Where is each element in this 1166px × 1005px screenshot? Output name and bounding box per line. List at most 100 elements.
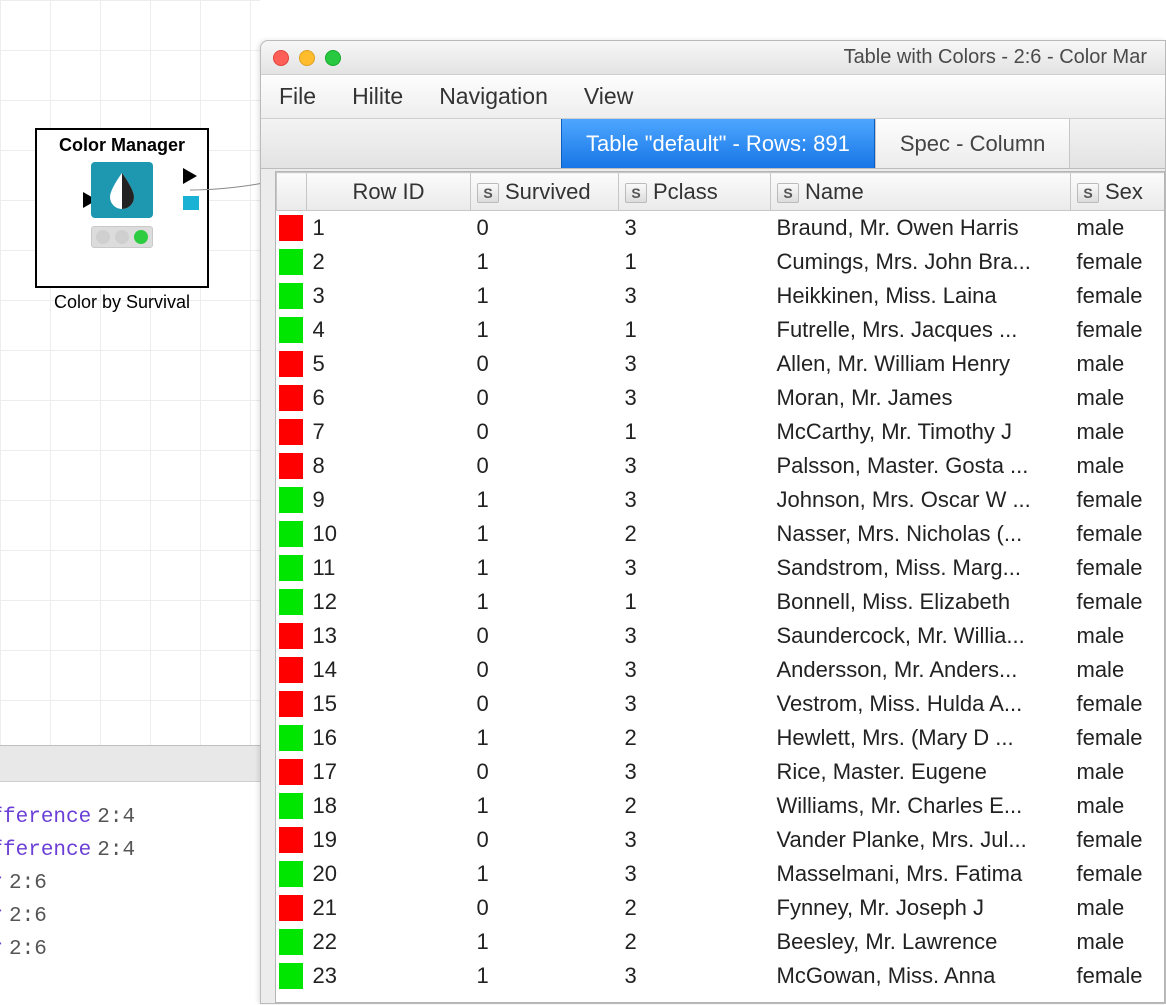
node-status-traffic: [91, 226, 153, 248]
table-row[interactable]: 603Moran, Mr. Jamesmale: [277, 381, 1166, 415]
table-row[interactable]: 2212Beesley, Mr. Lawrencemale: [277, 925, 1166, 959]
row-color-swatch: [277, 381, 307, 415]
table-row[interactable]: 1403Andersson, Mr. Anders...male: [277, 653, 1166, 687]
cell-sex: male: [1071, 415, 1166, 449]
cell-rowid: 11: [307, 551, 471, 585]
cell-name: McCarthy, Mr. Timothy J: [771, 415, 1071, 449]
cell-survived: 0: [471, 381, 619, 415]
table-row[interactable]: 1612Hewlett, Mrs. (Mary D ...female: [277, 721, 1166, 755]
cell-sex: female: [1071, 483, 1166, 517]
cell-survived: 0: [471, 449, 619, 483]
row-color-swatch: [277, 347, 307, 381]
header-pclass[interactable]: SPclass: [619, 173, 771, 211]
cell-survived: 1: [471, 925, 619, 959]
header-name[interactable]: SName: [771, 173, 1071, 211]
cell-survived: 1: [471, 959, 619, 993]
header-color[interactable]: [277, 173, 307, 211]
cell-rowid: 16: [307, 721, 471, 755]
header-survived[interactable]: SSurvived: [471, 173, 619, 211]
table-row[interactable]: 1211Bonnell, Miss. Elizabethfemale: [277, 585, 1166, 619]
table-row[interactable]: 411Futrelle, Mrs. Jacques ...female: [277, 313, 1166, 347]
table-row[interactable]: 2013Masselmani, Mrs. Fatimafemale: [277, 857, 1166, 891]
table-row[interactable]: 1303Saundercock, Mr. Willia...male: [277, 619, 1166, 653]
table-row[interactable]: 1812Williams, Mr. Charles E...male: [277, 789, 1166, 823]
table-row[interactable]: 1703Rice, Master. Eugenemale: [277, 755, 1166, 789]
table-row[interactable]: 2102Fynney, Mr. Joseph Jmale: [277, 891, 1166, 925]
row-color-swatch: [277, 313, 307, 347]
cell-survived: 0: [471, 415, 619, 449]
cell-survived: 0: [471, 823, 619, 857]
zoom-icon[interactable]: [325, 50, 341, 66]
cell-sex: male: [1071, 653, 1166, 687]
node-title: Color Manager: [37, 135, 207, 156]
cell-rowid: 17: [307, 755, 471, 789]
window-titlebar[interactable]: Table with Colors - 2:6 - Color Mar: [261, 41, 1165, 75]
menu-navigation[interactable]: Navigation: [439, 83, 548, 110]
console-line: e Difference2:4: [0, 801, 200, 834]
console-tabstrip[interactable]: [0, 746, 260, 782]
cell-pclass: 2: [619, 721, 771, 755]
table-row[interactable]: 211Cumings, Mrs. John Bra...female: [277, 245, 1166, 279]
table-row[interactable]: 503Allen, Mr. William Henrymale: [277, 347, 1166, 381]
row-color-swatch: [277, 789, 307, 823]
cell-sex: female: [1071, 313, 1166, 347]
cell-sex: male: [1071, 789, 1166, 823]
workflow-canvas[interactable]: Color Manager Color by Survival: [0, 0, 260, 745]
cell-name: Johnson, Mrs. Oscar W ...: [771, 483, 1071, 517]
menu-hilite[interactable]: Hilite: [352, 83, 403, 110]
header-survived-label: Survived: [505, 179, 591, 204]
row-color-swatch: [277, 653, 307, 687]
cell-pclass: 3: [619, 483, 771, 517]
cell-name: Williams, Mr. Charles E...: [771, 789, 1071, 823]
table-row[interactable]: 103Braund, Mr. Owen Harrismale: [277, 211, 1166, 245]
table-row[interactable]: 701McCarthy, Mr. Timothy Jmale: [277, 415, 1166, 449]
cell-pclass: 3: [619, 755, 771, 789]
header-name-label: Name: [805, 179, 864, 204]
cell-rowid: 2: [307, 245, 471, 279]
cell-sex: male: [1071, 925, 1166, 959]
table-row[interactable]: 2313McGowan, Miss. Annafemale: [277, 959, 1166, 993]
table-row[interactable]: 1012Nasser, Mrs. Nicholas (...female: [277, 517, 1166, 551]
tab-table-default[interactable]: Table "default" - Rows: 891: [561, 119, 875, 168]
row-color-swatch: [277, 619, 307, 653]
cell-survived: 0: [471, 347, 619, 381]
header-sex[interactable]: SSex: [1071, 173, 1166, 211]
row-color-swatch: [277, 279, 307, 313]
table-row[interactable]: 1503Vestrom, Miss. Hulda A...female: [277, 687, 1166, 721]
header-pclass-label: Pclass: [653, 179, 718, 204]
close-icon[interactable]: [273, 50, 289, 66]
menu-view[interactable]: View: [584, 83, 633, 110]
console-line: nager2:6: [0, 900, 200, 933]
table-row[interactable]: 313Heikkinen, Miss. Lainafemale: [277, 279, 1166, 313]
minimize-icon[interactable]: [299, 50, 315, 66]
row-color-swatch: [277, 449, 307, 483]
cell-name: Braund, Mr. Owen Harris: [771, 211, 1071, 245]
table-row[interactable]: 1903Vander Planke, Mrs. Jul...female: [277, 823, 1166, 857]
cell-survived: 1: [471, 551, 619, 585]
table-row[interactable]: 913Johnson, Mrs. Oscar W ...female: [277, 483, 1166, 517]
tab-spec-column[interactable]: Spec - Column: [875, 119, 1071, 168]
table-row[interactable]: 1113Sandstrom, Miss. Marg...female: [277, 551, 1166, 585]
cell-sex: female: [1071, 585, 1166, 619]
menu-file[interactable]: File: [279, 83, 316, 110]
node-color-manager[interactable]: Color Manager: [35, 128, 209, 288]
cell-survived: 1: [471, 517, 619, 551]
cell-name: Fynney, Mr. Joseph J: [771, 891, 1071, 925]
console-line: nager2:6: [0, 867, 200, 900]
header-rowid[interactable]: Row ID: [307, 173, 471, 211]
cell-pclass: 2: [619, 517, 771, 551]
console-line: e Difference2:4: [0, 834, 200, 867]
cell-sex: male: [1071, 449, 1166, 483]
row-color-swatch: [277, 891, 307, 925]
cell-pclass: 3: [619, 959, 771, 993]
table-row[interactable]: 803Palsson, Master. Gosta ...male: [277, 449, 1166, 483]
row-color-swatch: [277, 415, 307, 449]
cell-survived: 0: [471, 891, 619, 925]
cell-pclass: 3: [619, 449, 771, 483]
cell-sex: male: [1071, 381, 1166, 415]
cell-rowid: 4: [307, 313, 471, 347]
row-color-swatch: [277, 823, 307, 857]
cell-name: Moran, Mr. James: [771, 381, 1071, 415]
cell-sex: female: [1071, 517, 1166, 551]
cell-pclass: 3: [619, 653, 771, 687]
